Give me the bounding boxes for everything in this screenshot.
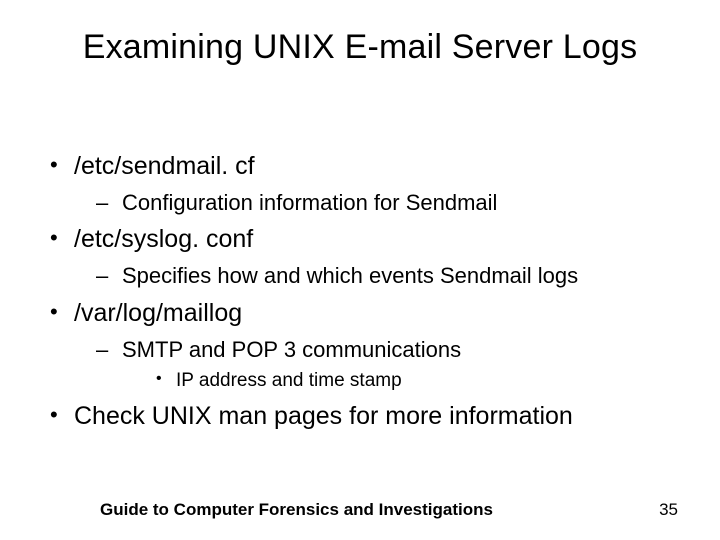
bullet-l2: SMTP and POP 3 communications IP address… xyxy=(74,335,690,394)
bullet-text: /etc/syslog. conf xyxy=(74,225,253,253)
bullet-l3: IP address and time stamp xyxy=(122,368,690,394)
slide-footer: Guide to Computer Forensics and Investig… xyxy=(0,500,720,520)
slide: Examining UNIX E-mail Server Logs /etc/s… xyxy=(0,0,720,540)
bullet-subsublist: IP address and time stamp xyxy=(122,368,690,394)
bullet-l1: /etc/syslog. conf Specifies how and whic… xyxy=(46,223,690,290)
slide-body: /etc/sendmail. cf Configuration informat… xyxy=(46,150,690,436)
bullet-text: Check UNIX man pages for more informatio… xyxy=(74,402,573,430)
bullet-l1: Check UNIX man pages for more informatio… xyxy=(46,400,690,434)
bullet-list: /etc/sendmail. cf Configuration informat… xyxy=(46,150,690,434)
bullet-text: /etc/sendmail. cf xyxy=(74,152,255,180)
bullet-l2: Specifies how and which events Sendmail … xyxy=(74,261,690,291)
bullet-text: IP address and time stamp xyxy=(176,370,402,391)
footer-text: Guide to Computer Forensics and Investig… xyxy=(100,500,493,519)
bullet-l1: /var/log/maillog SMTP and POP 3 communic… xyxy=(46,297,690,394)
bullet-sublist: Configuration information for Sendmail xyxy=(74,188,690,218)
bullet-text: Configuration information for Sendmail xyxy=(122,190,497,215)
bullet-l2: Configuration information for Sendmail xyxy=(74,188,690,218)
bullet-text: Specifies how and which events Sendmail … xyxy=(122,263,578,288)
slide-number: 35 xyxy=(659,500,678,520)
bullet-l1: /etc/sendmail. cf Configuration informat… xyxy=(46,150,690,217)
bullet-text: /var/log/maillog xyxy=(74,299,242,327)
bullet-text: SMTP and POP 3 communications xyxy=(122,337,461,362)
slide-title: Examining UNIX E-mail Server Logs xyxy=(0,28,720,67)
bullet-sublist: SMTP and POP 3 communications IP address… xyxy=(74,335,690,394)
bullet-sublist: Specifies how and which events Sendmail … xyxy=(74,261,690,291)
